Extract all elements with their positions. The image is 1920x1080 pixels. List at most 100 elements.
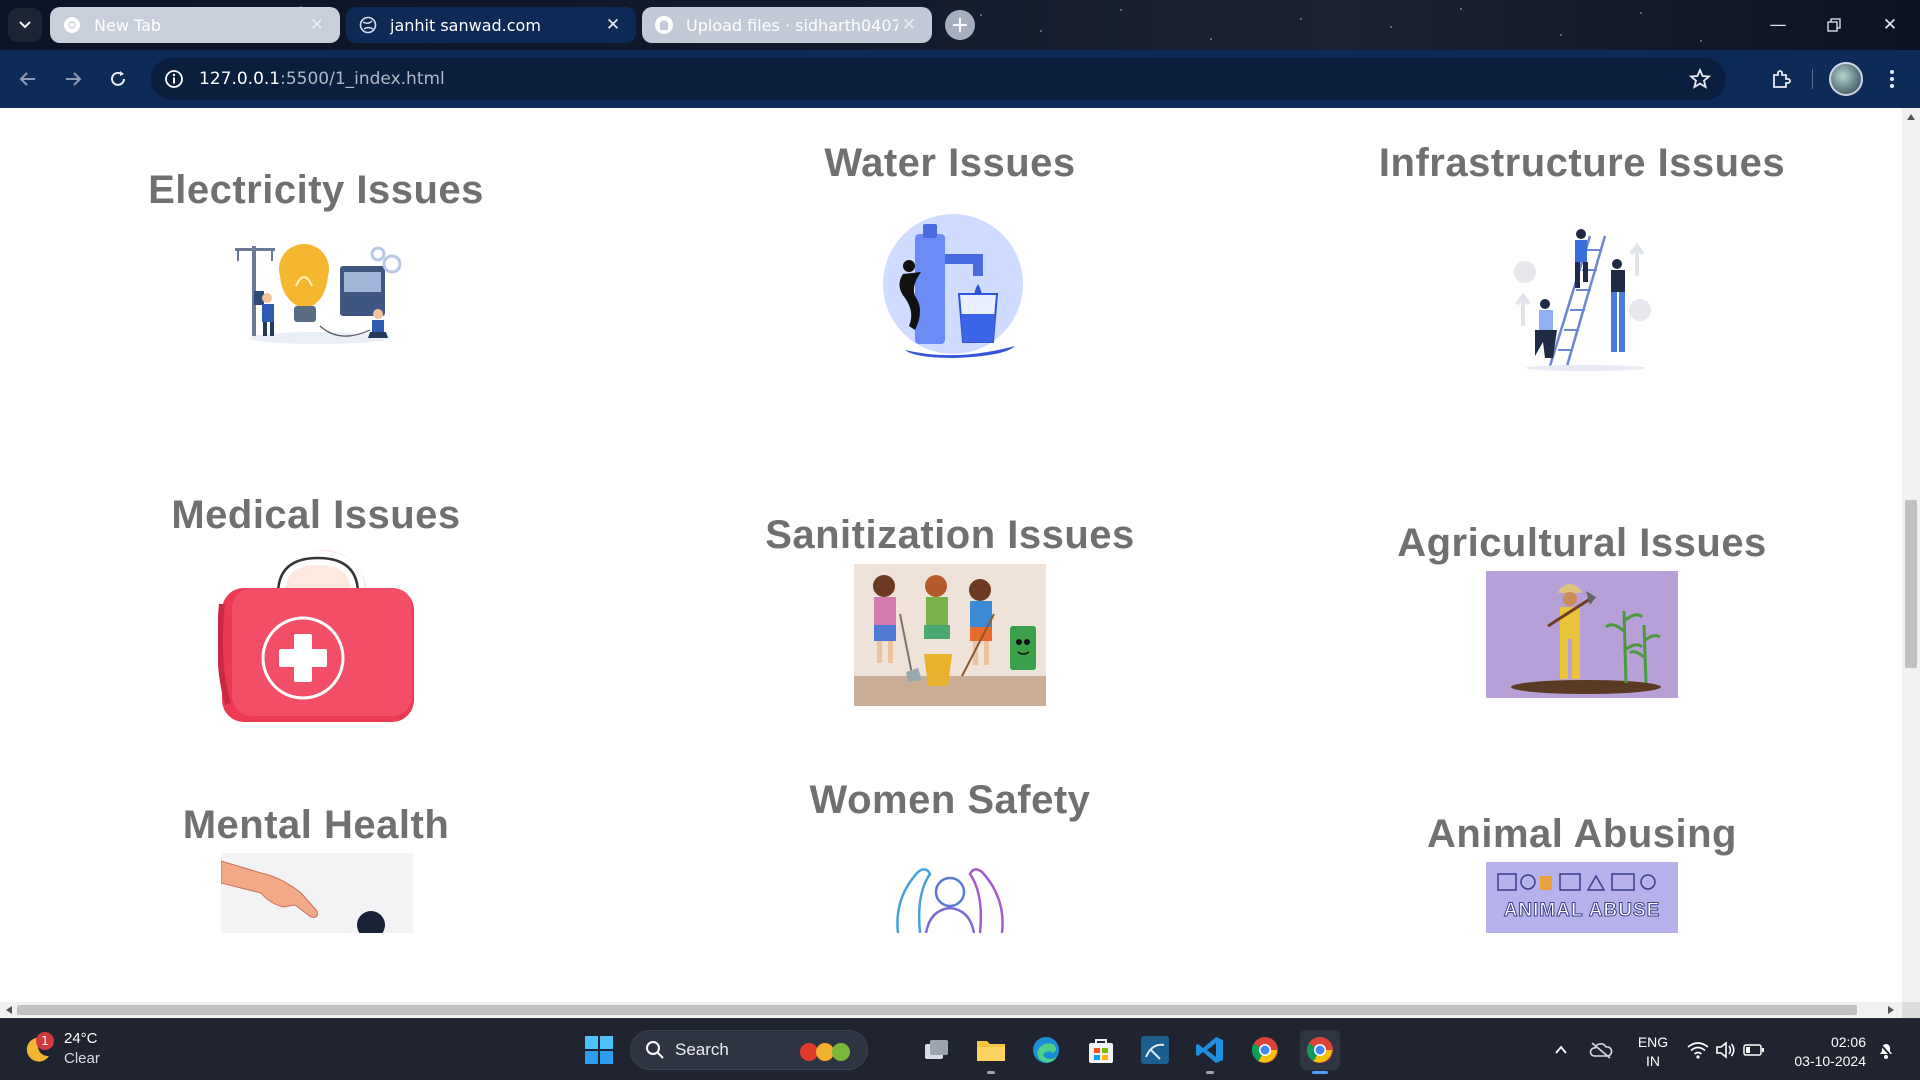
electricity-illustration[interactable] <box>230 226 405 346</box>
decor-star <box>1210 38 1212 40</box>
language-indicator[interactable]: ENG IN <box>1628 1033 1678 1071</box>
tab-search-button[interactable] <box>8 8 42 42</box>
notifications-button[interactable] <box>1872 1030 1900 1070</box>
scroll-left-icon[interactable] <box>6 1006 12 1014</box>
card-title-agricultural[interactable]: Agricultural Issues <box>1332 521 1832 566</box>
bookmark-star-icon[interactable] <box>1688 67 1712 91</box>
clock-time: 02:06 <box>1830 1034 1866 1050</box>
animal-abuse-illustration[interactable]: ANIMAL ABUSE <box>1486 862 1678 933</box>
new-tab-button[interactable]: + <box>945 10 975 40</box>
scroll-right-icon[interactable] <box>1888 1006 1894 1014</box>
tab-janhit-sanwad[interactable]: janhit sanwad.com ✕ <box>346 7 636 43</box>
battery-button[interactable] <box>1740 1030 1768 1070</box>
scroll-thumb[interactable] <box>17 1005 1857 1015</box>
windows-icon <box>585 1036 613 1064</box>
close-icon: ✕ <box>1882 15 1898 35</box>
protective-hands-illustration[interactable] <box>890 858 1010 933</box>
chrome-profile-button[interactable] <box>1300 1030 1340 1074</box>
scroll-up-icon[interactable] <box>1907 114 1915 120</box>
site-info-icon[interactable] <box>161 66 187 92</box>
mysql-workbench-button[interactable] <box>1135 1030 1175 1070</box>
reload-button[interactable] <box>102 63 134 95</box>
card-title-women-safety[interactable]: Women Safety <box>750 778 1150 823</box>
close-icon[interactable]: ✕ <box>306 14 328 36</box>
menu-button[interactable] <box>1876 63 1908 95</box>
store-button[interactable] <box>1081 1030 1121 1070</box>
edge-icon <box>1033 1037 1059 1063</box>
running-indicator <box>1206 1071 1214 1074</box>
restore-button[interactable] <box>1806 0 1862 50</box>
weather-widget[interactable]: 1 24°C Clear <box>22 1029 100 1069</box>
water-tap-illustration[interactable] <box>875 214 1025 364</box>
url-host: 127.0.0.1 <box>199 69 281 89</box>
minimize-button[interactable]: — <box>1750 0 1806 50</box>
clock-date: 03-10-2024 <box>1794 1053 1866 1069</box>
decor-star <box>1460 8 1462 10</box>
folder-icon <box>977 1041 1005 1061</box>
language-code: ENG <box>1637 1034 1669 1050</box>
reload-icon <box>111 71 125 86</box>
decor-star <box>1390 26 1392 28</box>
card-title-sanitization[interactable]: Sanitization Issues <box>700 513 1200 558</box>
moon-icon: 1 <box>22 1032 54 1064</box>
card-title-electricity[interactable]: Electricity Issues <box>116 168 516 213</box>
decor-star <box>1700 40 1702 42</box>
edge-button[interactable] <box>1026 1030 1066 1070</box>
card-title-infrastructure[interactable]: Infrastructure Issues <box>1332 141 1832 186</box>
globe-icon <box>358 15 378 35</box>
task-view-button[interactable] <box>917 1030 957 1070</box>
puzzle-icon <box>1773 70 1791 88</box>
card-title-mental-health[interactable]: Mental Health <box>116 803 516 848</box>
tab-strip: New Tab ✕ janhit sanwad.com ✕ Upload fil… <box>0 0 1920 50</box>
decor-star <box>1040 30 1042 32</box>
tab-title: New Tab <box>94 15 162 35</box>
first-aid-kit-illustration[interactable] <box>218 544 418 728</box>
card-title-medical[interactable]: Medical Issues <box>116 493 516 538</box>
volume-icon <box>1716 1041 1735 1059</box>
vscode-button[interactable] <box>1190 1030 1230 1074</box>
card-title-animal-abusing[interactable]: Animal Abusing <box>1332 812 1832 857</box>
onedrive-button[interactable] <box>1581 1030 1621 1070</box>
start-button[interactable] <box>579 1030 619 1070</box>
chrome-icon <box>1251 1037 1278 1063</box>
region-code: IN <box>1646 1053 1660 1069</box>
animal-abuse-caption: ANIMAL ABUSE <box>1503 900 1661 922</box>
farmer-illustration[interactable] <box>1486 571 1678 698</box>
scroll-thumb[interactable] <box>1905 500 1917 668</box>
taskbar-search[interactable]: Search <box>630 1030 868 1070</box>
chevron-up-icon <box>1555 1045 1567 1054</box>
file-explorer-button[interactable] <box>971 1030 1011 1074</box>
kids-cleaning-illustration[interactable] <box>854 564 1046 706</box>
close-icon[interactable]: ✕ <box>898 14 920 36</box>
horizontal-scrollbar[interactable] <box>0 1002 1902 1018</box>
weather-badge: 1 <box>36 1032 54 1050</box>
address-bar[interactable]: 127.0.0.1:5500/1_index.html <box>151 58 1726 100</box>
search-label: Search <box>675 1040 729 1059</box>
show-hidden-icons-button[interactable] <box>1541 1030 1581 1070</box>
toolbar-divider <box>1812 69 1813 89</box>
chrome-icon <box>1306 1037 1333 1063</box>
running-indicator <box>1312 1071 1328 1074</box>
volume-button[interactable] <box>1712 1030 1740 1070</box>
wifi-button[interactable] <box>1684 1030 1712 1070</box>
ladder-workers-illustration[interactable] <box>1505 226 1655 376</box>
forward-button[interactable] <box>57 63 89 95</box>
close-window-button[interactable]: ✕ <box>1862 0 1918 50</box>
chrome-button[interactable] <box>1245 1030 1285 1070</box>
profile-avatar[interactable] <box>1829 62 1863 96</box>
chevron-down-icon <box>19 21 31 29</box>
close-icon[interactable]: ✕ <box>602 14 624 36</box>
url-text: 127.0.0.1:5500/1_index.html <box>199 69 445 89</box>
system-clock[interactable]: 02:06 03-10-2024 <box>1776 1033 1866 1071</box>
card-title-water[interactable]: Water Issues <box>750 141 1150 186</box>
extensions-button[interactable] <box>1765 63 1797 95</box>
store-icon <box>1089 1039 1113 1063</box>
decor-star <box>1560 34 1562 36</box>
back-button[interactable] <box>12 63 44 95</box>
helping-hand-illustration[interactable] <box>221 853 413 933</box>
tab-new-tab[interactable]: New Tab ✕ <box>50 7 340 43</box>
decor-star <box>980 14 982 16</box>
tab-github-upload[interactable]: Upload files · sidharth0407/Civic ✕ <box>642 7 932 43</box>
vertical-scrollbar[interactable] <box>1902 108 1920 1018</box>
page-viewport: Electricity Issues Water Issues Infrastr… <box>0 108 1902 1002</box>
